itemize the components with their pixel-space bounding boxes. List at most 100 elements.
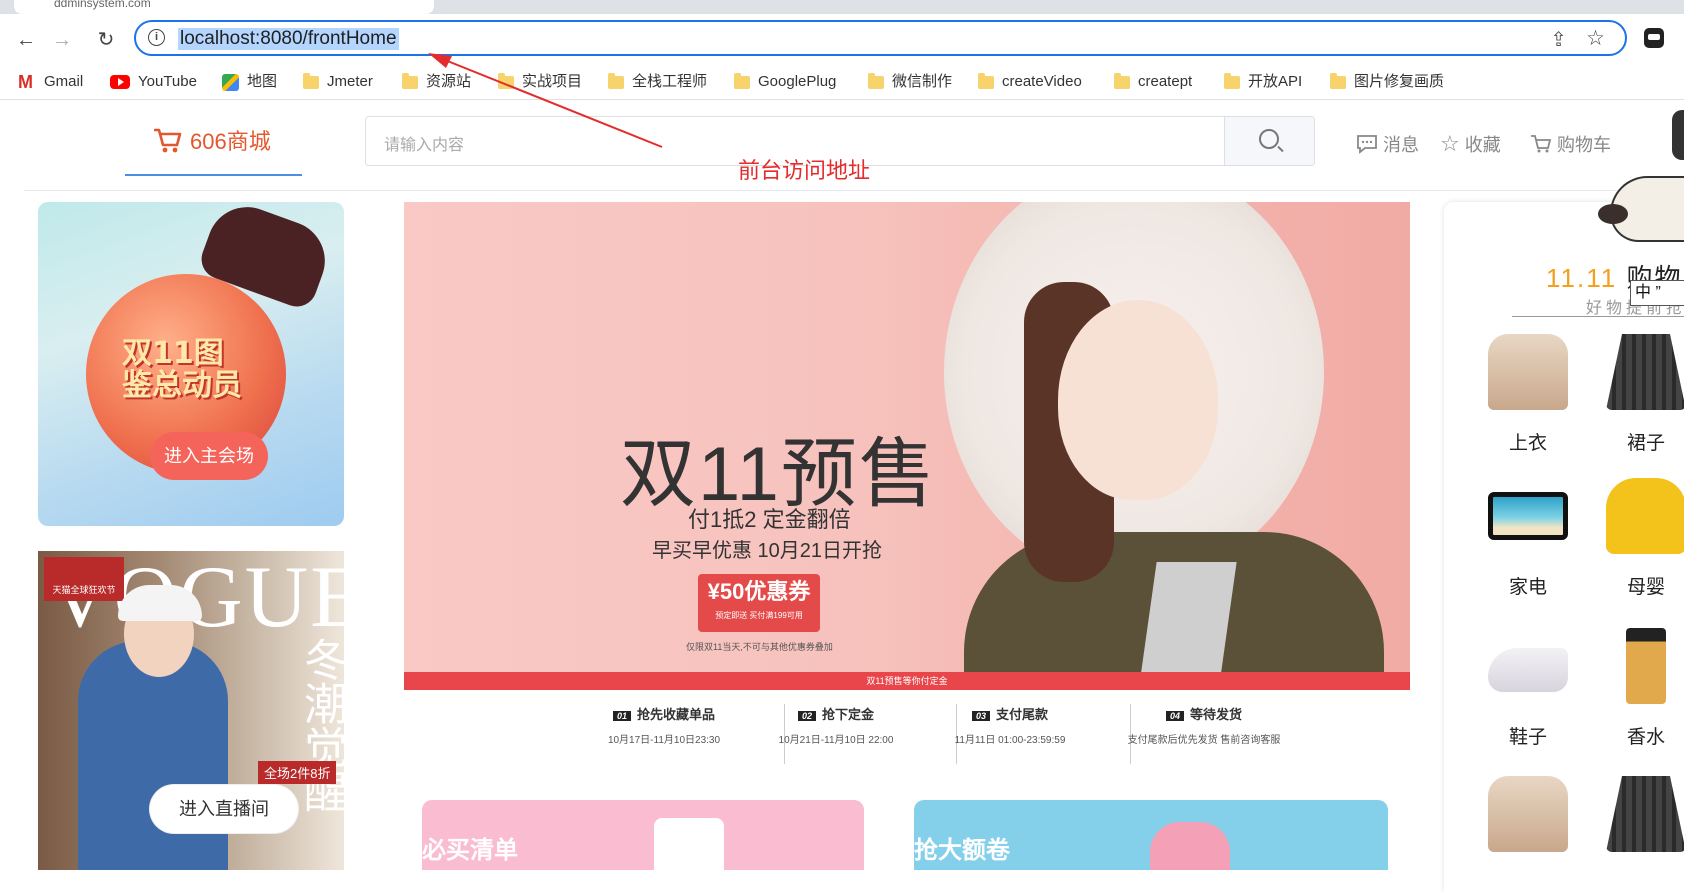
step-title-row: 03 支付尾款 <box>920 704 1100 723</box>
search-button[interactable] <box>1224 117 1314 165</box>
step-date: 10月21日-11月10日 22:00 <box>778 735 894 746</box>
step-title: 支付尾款 <box>996 707 1049 722</box>
hoodie-illustration <box>1150 822 1230 870</box>
bookmark-label: GooglePlug <box>758 73 837 90</box>
category-perfume[interactable]: 香水 <box>1596 628 1684 749</box>
folder-icon <box>498 72 514 89</box>
category-tops[interactable]: 上衣 <box>1478 334 1578 455</box>
category-tops-repeat[interactable] <box>1478 776 1578 870</box>
category-label: 母婴 <box>1626 577 1665 598</box>
step-date: 11月11日 01:00-23:59:59 <box>954 735 1066 746</box>
category-appliances[interactable]: 家电 <box>1478 478 1578 599</box>
folder-icon <box>868 72 884 89</box>
nav-label: 购物车 <box>1557 135 1611 155</box>
banner-red-bar: 双11预售等你付定金 <box>404 672 1410 690</box>
site-logo[interactable]: 606商城 <box>152 124 271 156</box>
category-shoes[interactable]: 鞋子 <box>1478 628 1578 749</box>
nav-messages[interactable]: 消息 <box>1356 131 1419 157</box>
bookmark-googleplug[interactable]: GooglePlug <box>734 70 836 94</box>
enter-main-venue-button[interactable]: 进入主会场 <box>150 432 268 480</box>
model-cap <box>118 585 202 621</box>
card1-title: 双11图鉴总动员 <box>122 336 242 403</box>
tv-image <box>1488 492 1568 540</box>
category-label: 鞋子 <box>1508 727 1547 748</box>
address-bar[interactable]: i localhost:8080/frontHome ⇪ ☆ <box>134 20 1627 56</box>
nav-label: 收藏 <box>1464 135 1501 155</box>
search-input[interactable]: 请输入内容 <box>384 131 464 155</box>
folder-icon <box>402 72 418 89</box>
maps-icon <box>222 73 239 91</box>
nav-cart[interactable]: 购物车 <box>1530 131 1611 157</box>
nav-favorites[interactable]: ☆ 收藏 <box>1440 131 1501 157</box>
url-text[interactable]: localhost:8080/frontHome <box>178 28 399 50</box>
perfume-image <box>1626 628 1666 704</box>
bookmark-label: 图片修复画质 <box>1354 73 1445 90</box>
coat-image <box>1488 334 1568 410</box>
promo-must-buy[interactable]: 必买清单 <box>422 800 864 870</box>
category-label: 香水 <box>1626 727 1665 748</box>
bookmark-projects[interactable]: 实战项目 <box>498 70 582 94</box>
coupon-badge[interactable]: ¥50优惠券 预定即送 买付满199可用 <box>698 574 820 632</box>
bookmark-openapi[interactable]: 开放API <box>1224 70 1302 94</box>
folder-icon <box>1114 72 1130 89</box>
search-icon <box>1259 129 1279 149</box>
bookmark-wechat[interactable]: 微信制作 <box>868 70 952 94</box>
coat-image <box>1488 776 1568 852</box>
avatar[interactable] <box>1672 110 1684 160</box>
bookmark-label: 开放API <box>1248 73 1303 90</box>
tab-strip: ddminsystem.com <box>0 0 1684 14</box>
folder-icon <box>1224 72 1240 89</box>
back-icon[interactable]: ← <box>12 26 40 54</box>
card2-tag: 天猫全球狂欢节 <box>44 557 124 601</box>
bookmark-resources[interactable]: 资源站 <box>402 70 471 94</box>
logo-text: 606商城 <box>190 129 271 154</box>
site-info-icon[interactable]: i <box>148 29 165 46</box>
promo-card-main-venue[interactable]: 双11图鉴总动员 进入主会场 <box>38 202 344 526</box>
bookmark-maps[interactable]: 地图 <box>222 70 277 94</box>
step-number: 03 <box>971 711 990 721</box>
hero-banner[interactable]: 双11预售 付1抵2 定金翻倍 早买早优惠 10月21日开抢 ¥50优惠券 预定… <box>404 202 1410 772</box>
coupon-amount: ¥50优惠券 <box>707 579 811 604</box>
ime-indicator[interactable]: 中 ” <box>1630 280 1684 306</box>
header-divider <box>24 190 1684 191</box>
card2-sale-badge: 全场2件8折 <box>258 761 337 784</box>
nav-label: 消息 <box>1383 135 1419 155</box>
folder-icon <box>978 72 994 89</box>
folder-icon <box>1330 72 1346 89</box>
bookmark-fullstack[interactable]: 全栈工程师 <box>608 70 707 94</box>
star-icon: ☆ <box>1440 131 1460 156</box>
step-title-row: 02 抢下定金 <box>746 704 926 723</box>
category-skirts[interactable]: 裙子 <box>1596 334 1684 455</box>
cart-logo-icon <box>154 128 182 153</box>
banner-subline-1: 付1抵2 定金翻倍 <box>688 507 851 532</box>
forward-icon[interactable]: → <box>48 26 76 54</box>
skirt-image <box>1606 334 1684 410</box>
bookmark-image-restore[interactable]: 图片修复画质 <box>1330 70 1444 94</box>
category-baby[interactable]: 母婴 <box>1596 478 1684 599</box>
bookmark-youtube[interactable]: YouTube <box>110 70 197 94</box>
browser-toolbar: ← → ↻ i localhost:8080/frontHome ⇪ ☆ <box>0 14 1684 64</box>
bookmark-createvideo[interactable]: createVideo <box>978 70 1082 94</box>
bookmark-jmeter[interactable]: Jmeter <box>303 70 373 94</box>
promo-big-coupon[interactable]: 抢大额卷 <box>914 800 1388 870</box>
coupon-note: 预定即送 买付满199可用 <box>715 611 803 620</box>
bookmark-label: 资源站 <box>426 73 472 90</box>
bookmark-star-icon[interactable]: ☆ <box>1586 26 1605 51</box>
step-title-row: 04 等待发货 <box>1104 704 1304 723</box>
reload-icon[interactable]: ↻ <box>92 26 120 54</box>
step-item: 01 抢先收藏单品 10月17日-11月10日23:30 <box>574 704 754 746</box>
promo-title: 抢大额卷 <box>914 837 1010 864</box>
bookmark-creatept[interactable]: creatept <box>1114 70 1192 94</box>
tshirt-illustration <box>654 818 724 870</box>
enter-livestream-button[interactable]: 进入直播间 <box>150 785 298 833</box>
share-icon[interactable]: ⇪ <box>1550 27 1567 52</box>
browser-tab[interactable]: ddminsystem.com <box>14 0 434 14</box>
message-icon <box>1357 135 1377 154</box>
bookmark-gmail[interactable]: Gmail <box>18 70 83 94</box>
step-number: 04 <box>1165 711 1184 721</box>
folder-icon <box>608 72 624 89</box>
folder-icon <box>734 72 750 89</box>
gmail-icon <box>18 70 36 94</box>
extension-icon[interactable] <box>1644 28 1664 48</box>
category-skirts-repeat[interactable] <box>1596 776 1684 870</box>
